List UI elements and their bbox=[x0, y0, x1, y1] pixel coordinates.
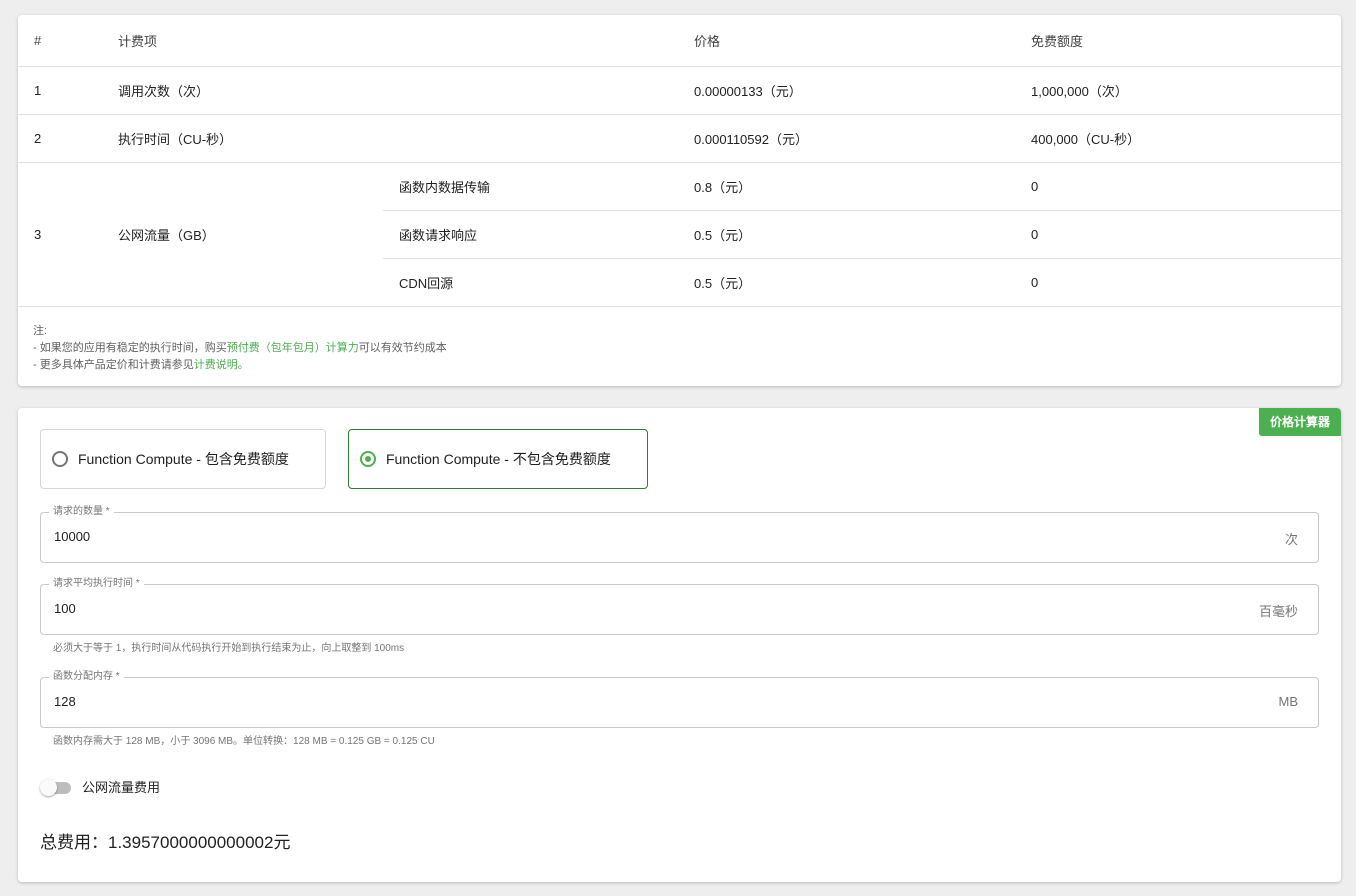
calculator-card: 价格计算器 Function Compute - 包含免费额度 Function… bbox=[18, 408, 1341, 882]
row-item: 调用次数（次） bbox=[102, 66, 679, 115]
row-price: 0.5（元） bbox=[678, 210, 1016, 259]
memory-unit: MB bbox=[1278, 694, 1299, 709]
pricing-notes: 注: - 如果您的应用有稳定的执行时间，购买预付费（包年包月）计算力可以有效节约… bbox=[18, 307, 1341, 374]
radio-unchecked-icon[interactable] bbox=[52, 451, 68, 467]
row-free-quota: 400,000（CU-秒） bbox=[1015, 114, 1341, 163]
row-free-quota: 0 bbox=[1015, 258, 1341, 307]
memory-label: 函数分配内存 * bbox=[49, 670, 124, 684]
exec-time-field[interactable]: 请求平均执行时间 * 100 百毫秒 bbox=[40, 577, 1319, 635]
requests-unit: 次 bbox=[1284, 532, 1298, 547]
memory-helper: 函数内存需大于 128 MB，小于 3096 MB。单位转换：128 MB = … bbox=[53, 736, 435, 747]
exec-time-label: 请求平均执行时间 * bbox=[49, 577, 144, 591]
traffic-toggle-label: 公网流量费用 bbox=[82, 780, 161, 795]
memory-input[interactable]: 128 bbox=[54, 694, 76, 709]
option-with-free-quota[interactable]: Function Compute - 包含免费额度 bbox=[40, 429, 326, 489]
total-cost: 总费用：1.3957000000000002元 bbox=[40, 833, 291, 852]
row-free-quota: 1,000,000（次） bbox=[1015, 66, 1341, 115]
pricing-table: # 计费项 价格 免费额度 1 调用次数（次） 0.00000133（元） 1,… bbox=[18, 15, 1341, 307]
row-number: 2 bbox=[18, 114, 102, 163]
row-subitem: 函数请求响应 bbox=[383, 210, 679, 259]
exec-time-input[interactable]: 100 bbox=[54, 601, 76, 616]
notes-line-1-text: - 如果您的应用有稳定的执行时间，购买 bbox=[33, 342, 227, 354]
radio-checked-icon[interactable] bbox=[360, 451, 376, 467]
table-row: 3 公网流量（GB） 函数内数据传输 0.8（元） 0 bbox=[18, 162, 1341, 307]
requests-field[interactable]: 请求的数量 * 10000 次 bbox=[40, 505, 1319, 563]
row-free-quota: 0 bbox=[1015, 210, 1341, 259]
pricing-card: # 计费项 价格 免费额度 1 调用次数（次） 0.00000133（元） 1,… bbox=[18, 15, 1341, 386]
option-label: Function Compute - 包含免费额度 bbox=[78, 451, 289, 467]
row-item: 公网流量（GB） bbox=[102, 162, 383, 307]
notes-title: 注: bbox=[33, 325, 48, 337]
row-price: 0.00000133（元） bbox=[678, 66, 1016, 115]
calculator-badge: 价格计算器 bbox=[1258, 408, 1341, 436]
header-price: 价格 bbox=[678, 15, 1016, 67]
notes-line-2-suffix: 。 bbox=[237, 359, 249, 371]
row-number: 3 bbox=[18, 162, 102, 307]
exec-time-helper: 必须大于等于 1，执行时间从代码执行开始到执行结束为止，向上取整到 100ms bbox=[53, 643, 405, 654]
header-number: # bbox=[18, 15, 102, 67]
requests-input[interactable]: 10000 bbox=[54, 529, 90, 544]
notes-line-2-text: - 更多具体产品定价和计费请参见 bbox=[33, 359, 194, 371]
exec-time-unit: 百毫秒 bbox=[1258, 604, 1298, 619]
header-item: 计费项 bbox=[102, 15, 679, 67]
notes-line-1-suffix: 可以有效节约成本 bbox=[358, 342, 447, 354]
requests-label: 请求的数量 * bbox=[49, 505, 114, 519]
option-label: Function Compute - 不包含免费额度 bbox=[386, 451, 611, 467]
table-header-row: # 计费项 价格 免费额度 bbox=[18, 15, 1341, 67]
toggle-thumb[interactable] bbox=[40, 778, 57, 796]
row-subitem: 函数内数据传输 bbox=[383, 162, 679, 211]
table-row: 1 调用次数（次） 0.00000133（元） 1,000,000（次） bbox=[18, 66, 1341, 115]
option-without-free-quota[interactable]: Function Compute - 不包含免费额度 bbox=[348, 429, 648, 489]
notes-line-2: - 更多具体产品定价和计费请参见计费说明。 bbox=[33, 357, 1325, 374]
traffic-toggle-switch[interactable] bbox=[40, 778, 73, 796]
memory-field[interactable]: 函数分配内存 * 128 MB bbox=[40, 670, 1319, 728]
row-item: 执行时间（CU-秒） bbox=[102, 114, 679, 163]
row-price: 0.5（元） bbox=[678, 258, 1016, 307]
prepaid-compute-link[interactable]: 预付费（包年包月）计算力 bbox=[227, 342, 359, 354]
table-row: 2 执行时间（CU-秒） 0.000110592（元） 400,000（CU-秒… bbox=[18, 114, 1341, 163]
notes-line-1: - 如果您的应用有稳定的执行时间，购买预付费（包年包月）计算力可以有效节约成本 bbox=[33, 340, 1325, 357]
billing-doc-link[interactable]: 计费说明 bbox=[194, 359, 238, 371]
row-number: 1 bbox=[18, 66, 102, 115]
row-price: 0.8（元） bbox=[678, 162, 1016, 211]
row-subitem: CDN回源 bbox=[383, 258, 679, 307]
row-free-quota: 0 bbox=[1015, 162, 1341, 211]
row-price: 0.000110592（元） bbox=[678, 114, 1016, 163]
header-free-quota: 免费额度 bbox=[1015, 15, 1341, 67]
traffic-toggle-row: 公网流量费用 bbox=[40, 777, 160, 796]
